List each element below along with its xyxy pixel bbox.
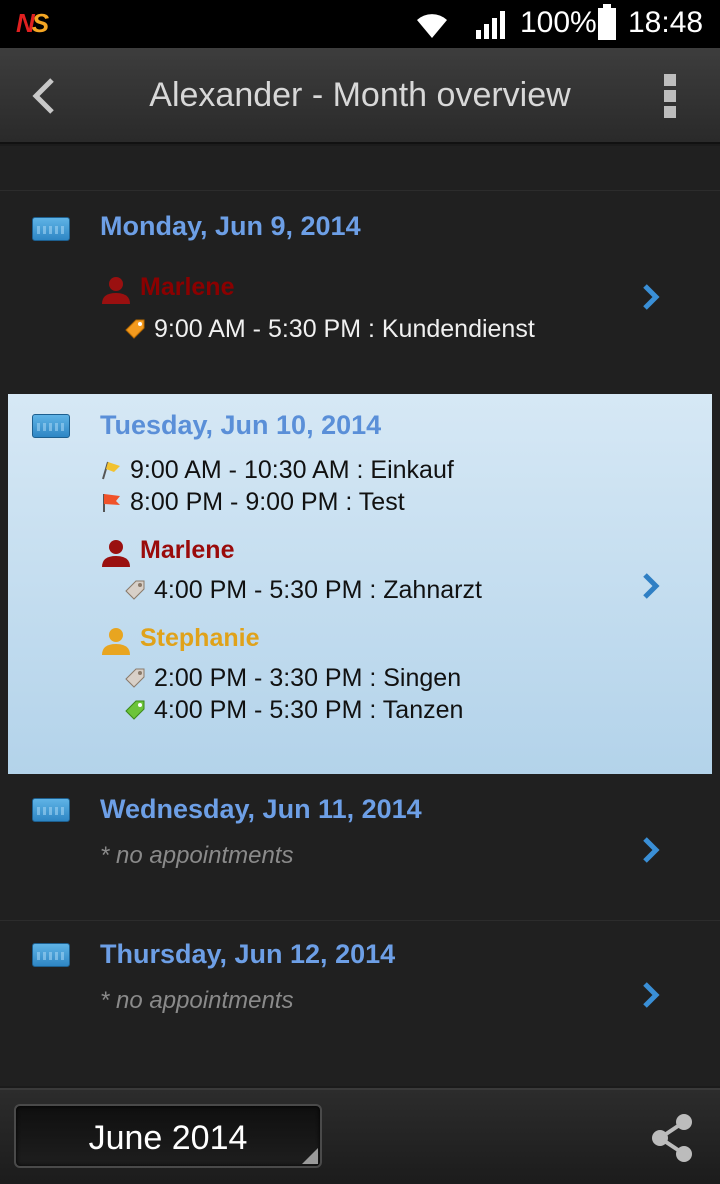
appointment: 9:00 AM - 5:30 PM : Kundendienst <box>124 315 535 344</box>
signal-icon <box>476 11 505 39</box>
calendar-icon <box>32 943 70 967</box>
battery-percent: 100% <box>520 6 597 39</box>
day-title: Thursday, Jun 12, 2014 <box>100 939 396 969</box>
grey-tag-icon <box>125 668 145 688</box>
chevron-right-icon[interactable] <box>640 572 662 600</box>
green-tag-icon <box>125 700 145 720</box>
clock: 18:48 <box>628 6 704 39</box>
person-icon <box>102 277 130 304</box>
no-appointments-text: * no appointments <box>100 842 294 869</box>
calendar-icon <box>32 798 70 822</box>
day-item[interactable]: Thursday, Jun 12, 2014 * no appointments <box>0 920 720 1064</box>
appointment: 4:00 PM - 5:30 PM : Tanzen <box>124 696 463 725</box>
share-icon[interactable] <box>648 1112 696 1164</box>
dropdown-corner-icon <box>302 1148 318 1164</box>
person-icon <box>102 540 130 567</box>
orange-tag-icon <box>125 319 145 339</box>
person-name: Marlene <box>140 273 235 301</box>
page-title: Alexander - Month overview <box>149 76 571 114</box>
appointment: 9:00 AM - 10:30 AM : Einkauf <box>100 456 454 485</box>
grey-tag-icon <box>125 580 145 600</box>
person-name: Marlene <box>140 536 235 564</box>
calendar-icon <box>32 414 70 438</box>
status-bar: NS 100% 18:48 <box>0 0 720 48</box>
day-list: Monday, Jun 9, 2014 Marlene 9:00 AM - 5:… <box>0 146 720 1086</box>
month-label: June 2014 <box>88 1119 248 1157</box>
day-item[interactable]: Monday, Jun 9, 2014 Marlene 9:00 AM - 5:… <box>0 190 720 390</box>
person-icon <box>102 628 130 655</box>
calendar-icon <box>32 217 70 241</box>
chevron-right-icon[interactable] <box>640 836 662 864</box>
appointment: 8:00 PM - 9:00 PM : Test <box>100 488 405 517</box>
chevron-right-icon[interactable] <box>640 283 662 311</box>
battery-icon <box>598 4 616 40</box>
appointment: 2:00 PM - 3:30 PM : Singen <box>124 664 461 693</box>
overflow-menu-icon[interactable] <box>664 74 678 122</box>
chevron-right-icon[interactable] <box>640 981 662 1009</box>
appointment: 4:00 PM - 5:30 PM : Zahnarzt <box>124 576 482 605</box>
month-selector-button[interactable]: June 2014 <box>14 1104 322 1168</box>
day-title: Monday, Jun 9, 2014 <box>100 211 361 241</box>
wifi-icon <box>417 14 447 38</box>
day-title: Tuesday, Jun 10, 2014 <box>100 410 382 440</box>
yellow-flag-icon <box>102 461 120 480</box>
day-item-selected[interactable]: Tuesday, Jun 10, 2014 9:00 AM - 10:30 AM… <box>8 394 712 774</box>
action-bar: Alexander - Month overview <box>0 48 720 144</box>
red-flag-icon <box>103 494 120 512</box>
no-appointments-text: * no appointments <box>100 987 294 1014</box>
day-title: Wednesday, Jun 11, 2014 <box>100 794 422 824</box>
bottom-bar: June 2014 <box>0 1088 720 1184</box>
app-notification-icon: NS <box>16 8 49 38</box>
person-name: Stephanie <box>140 624 260 652</box>
day-item[interactable]: Wednesday, Jun 11, 2014 * no appointment… <box>0 776 720 920</box>
